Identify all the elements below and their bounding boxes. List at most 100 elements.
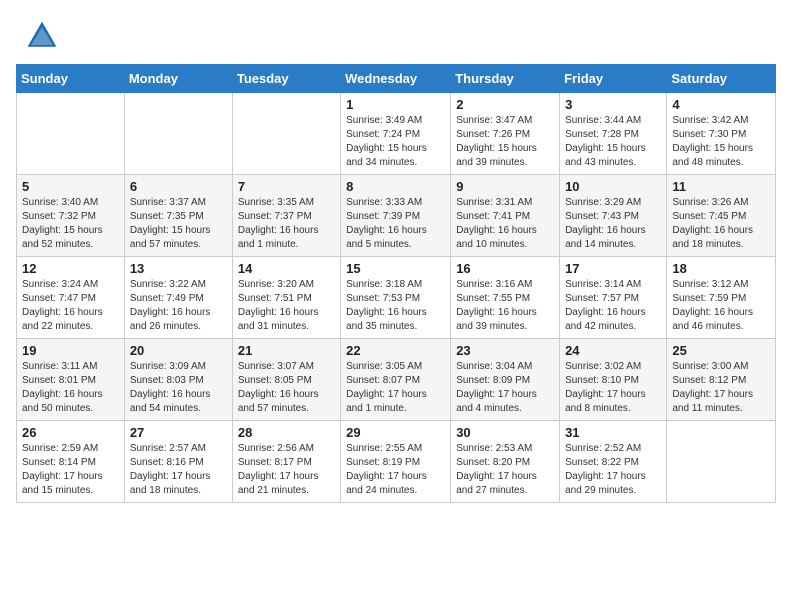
calendar-cell: 4 Sunrise: 3:42 AMSunset: 7:30 PMDaylight… (667, 93, 776, 175)
day-number: 10 (565, 179, 661, 194)
day-number: 26 (22, 425, 119, 440)
calendar-table: SundayMondayTuesdayWednesdayThursdayFrid… (16, 64, 776, 503)
day-number: 4 (672, 97, 770, 112)
calendar-cell: 22 Sunrise: 3:05 AMSunset: 8:07 PMDayligh… (341, 339, 451, 421)
day-number: 12 (22, 261, 119, 276)
calendar-cell: 5 Sunrise: 3:40 AMSunset: 7:32 PMDaylight… (17, 175, 125, 257)
day-number: 23 (456, 343, 554, 358)
calendar-cell: 1 Sunrise: 3:49 AMSunset: 7:24 PMDaylight… (341, 93, 451, 175)
calendar-cell (667, 421, 776, 503)
day-info: Sunrise: 3:29 AMSunset: 7:43 PMDaylight:… (565, 196, 661, 252)
page-header (0, 0, 792, 64)
day-info: Sunrise: 2:55 AMSunset: 8:19 PMDaylight:… (346, 442, 445, 498)
day-number: 25 (672, 343, 770, 358)
day-number: 20 (130, 343, 227, 358)
calendar-cell: 8 Sunrise: 3:33 AMSunset: 7:39 PMDaylight… (341, 175, 451, 257)
calendar-cell: 30 Sunrise: 2:53 AMSunset: 8:20 PMDayligh… (451, 421, 560, 503)
day-info: Sunrise: 3:02 AMSunset: 8:10 PMDaylight:… (565, 360, 661, 416)
day-number: 1 (346, 97, 445, 112)
day-info: Sunrise: 3:16 AMSunset: 7:55 PMDaylight:… (456, 278, 554, 334)
day-number: 22 (346, 343, 445, 358)
day-number: 8 (346, 179, 445, 194)
weekday-header-monday: Monday (124, 65, 232, 93)
day-number: 29 (346, 425, 445, 440)
day-number: 9 (456, 179, 554, 194)
day-info: Sunrise: 2:56 AMSunset: 8:17 PMDaylight:… (238, 442, 335, 498)
calendar-cell: 10 Sunrise: 3:29 AMSunset: 7:43 PMDayligh… (560, 175, 667, 257)
weekday-header-wednesday: Wednesday (341, 65, 451, 93)
day-number: 21 (238, 343, 335, 358)
day-number: 11 (672, 179, 770, 194)
day-info: Sunrise: 3:18 AMSunset: 7:53 PMDaylight:… (346, 278, 445, 334)
calendar-cell: 21 Sunrise: 3:07 AMSunset: 8:05 PMDayligh… (232, 339, 340, 421)
logo (24, 18, 64, 54)
day-info: Sunrise: 2:53 AMSunset: 8:20 PMDaylight:… (456, 442, 554, 498)
calendar-cell (17, 93, 125, 175)
calendar-cell (124, 93, 232, 175)
day-number: 7 (238, 179, 335, 194)
day-number: 17 (565, 261, 661, 276)
day-info: Sunrise: 3:42 AMSunset: 7:30 PMDaylight:… (672, 114, 770, 170)
day-info: Sunrise: 3:47 AMSunset: 7:26 PMDaylight:… (456, 114, 554, 170)
calendar-cell: 19 Sunrise: 3:11 AMSunset: 8:01 PMDayligh… (17, 339, 125, 421)
calendar-cell: 24 Sunrise: 3:02 AMSunset: 8:10 PMDayligh… (560, 339, 667, 421)
calendar-week-row: 5 Sunrise: 3:40 AMSunset: 7:32 PMDaylight… (17, 175, 776, 257)
weekday-header-tuesday: Tuesday (232, 65, 340, 93)
day-number: 28 (238, 425, 335, 440)
day-info: Sunrise: 3:44 AMSunset: 7:28 PMDaylight:… (565, 114, 661, 170)
day-number: 30 (456, 425, 554, 440)
day-info: Sunrise: 3:49 AMSunset: 7:24 PMDaylight:… (346, 114, 445, 170)
calendar-cell: 23 Sunrise: 3:04 AMSunset: 8:09 PMDayligh… (451, 339, 560, 421)
day-info: Sunrise: 3:07 AMSunset: 8:05 PMDaylight:… (238, 360, 335, 416)
day-number: 6 (130, 179, 227, 194)
day-number: 16 (456, 261, 554, 276)
calendar-cell (232, 93, 340, 175)
calendar-cell: 31 Sunrise: 2:52 AMSunset: 8:22 PMDayligh… (560, 421, 667, 503)
calendar-cell: 17 Sunrise: 3:14 AMSunset: 7:57 PMDayligh… (560, 257, 667, 339)
day-number: 31 (565, 425, 661, 440)
day-info: Sunrise: 3:22 AMSunset: 7:49 PMDaylight:… (130, 278, 227, 334)
day-info: Sunrise: 3:35 AMSunset: 7:37 PMDaylight:… (238, 196, 335, 252)
day-number: 14 (238, 261, 335, 276)
calendar-cell: 29 Sunrise: 2:55 AMSunset: 8:19 PMDayligh… (341, 421, 451, 503)
day-info: Sunrise: 3:33 AMSunset: 7:39 PMDaylight:… (346, 196, 445, 252)
calendar-cell: 12Sunrise: 3:24 AMSunset: 7:47 PMDayligh… (17, 257, 125, 339)
day-info: Sunrise: 3:11 AMSunset: 8:01 PMDaylight:… (22, 360, 119, 416)
day-number: 24 (565, 343, 661, 358)
calendar-week-row: 19 Sunrise: 3:11 AMSunset: 8:01 PMDayligh… (17, 339, 776, 421)
day-info: Sunrise: 2:52 AMSunset: 8:22 PMDaylight:… (565, 442, 661, 498)
calendar-week-row: 26 Sunrise: 2:59 AMSunset: 8:14 PMDayligh… (17, 421, 776, 503)
day-info: Sunrise: 3:05 AMSunset: 8:07 PMDaylight:… (346, 360, 445, 416)
weekday-header-sunday: Sunday (17, 65, 125, 93)
calendar-cell: 27 Sunrise: 2:57 AMSunset: 8:16 PMDayligh… (124, 421, 232, 503)
day-number: 15 (346, 261, 445, 276)
day-info: Sunrise: 2:59 AMSunset: 8:14 PMDaylight:… (22, 442, 119, 498)
calendar-week-row: 12Sunrise: 3:24 AMSunset: 7:47 PMDayligh… (17, 257, 776, 339)
calendar-cell: 18Sunrise: 3:12 AMSunset: 7:59 PMDayligh… (667, 257, 776, 339)
day-info: Sunrise: 3:04 AMSunset: 8:09 PMDaylight:… (456, 360, 554, 416)
day-info: Sunrise: 3:14 AMSunset: 7:57 PMDaylight:… (565, 278, 661, 334)
day-info: Sunrise: 3:40 AMSunset: 7:32 PMDaylight:… (22, 196, 119, 252)
calendar-cell: 15 Sunrise: 3:18 AMSunset: 7:53 PMDayligh… (341, 257, 451, 339)
calendar-cell: 16 Sunrise: 3:16 AMSunset: 7:55 PMDayligh… (451, 257, 560, 339)
weekday-header-thursday: Thursday (451, 65, 560, 93)
calendar-cell: 14Sunrise: 3:20 AMSunset: 7:51 PMDayligh… (232, 257, 340, 339)
day-info: Sunrise: 3:09 AMSunset: 8:03 PMDaylight:… (130, 360, 227, 416)
day-number: 27 (130, 425, 227, 440)
calendar-cell: 3Sunrise: 3:44 AMSunset: 7:28 PMDaylight… (560, 93, 667, 175)
day-number: 19 (22, 343, 119, 358)
calendar-wrap: SundayMondayTuesdayWednesdayThursdayFrid… (0, 64, 792, 519)
day-number: 5 (22, 179, 119, 194)
calendar-cell: 25Sunrise: 3:00 AMSunset: 8:12 PMDayligh… (667, 339, 776, 421)
calendar-cell: 13Sunrise: 3:22 AMSunset: 7:49 PMDayligh… (124, 257, 232, 339)
day-info: Sunrise: 2:57 AMSunset: 8:16 PMDaylight:… (130, 442, 227, 498)
day-info: Sunrise: 3:31 AMSunset: 7:41 PMDaylight:… (456, 196, 554, 252)
calendar-cell: 20 Sunrise: 3:09 AMSunset: 8:03 PMDayligh… (124, 339, 232, 421)
weekday-header-friday: Friday (560, 65, 667, 93)
calendar-cell: 28 Sunrise: 2:56 AMSunset: 8:17 PMDayligh… (232, 421, 340, 503)
day-info: Sunrise: 3:26 AMSunset: 7:45 PMDaylight:… (672, 196, 770, 252)
calendar-cell: 7 Sunrise: 3:35 AMSunset: 7:37 PMDaylight… (232, 175, 340, 257)
weekday-header-saturday: Saturday (667, 65, 776, 93)
weekday-header-row: SundayMondayTuesdayWednesdayThursdayFrid… (17, 65, 776, 93)
calendar-cell: 9 Sunrise: 3:31 AMSunset: 7:41 PMDaylight… (451, 175, 560, 257)
